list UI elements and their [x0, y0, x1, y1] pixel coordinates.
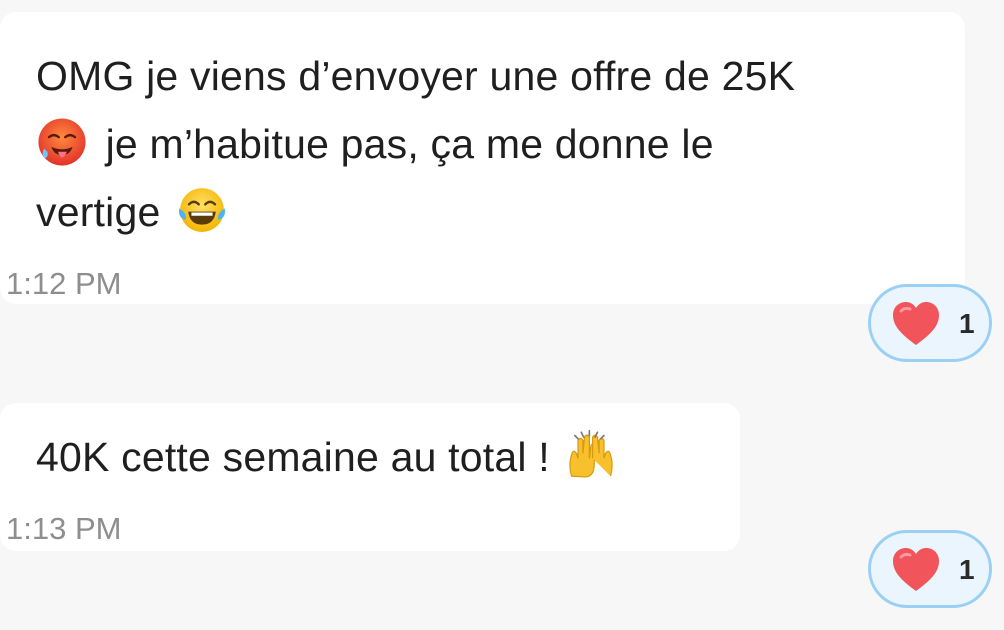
reaction-count: 1 [959, 308, 975, 339]
heart-icon [893, 548, 939, 591]
message-bubble[interactable]: 40K cette semaine au total ! 1:13 PM [0, 403, 740, 551]
message-line-text: OMG je viens d’envoyer une offre de 25K [36, 53, 796, 99]
message-bubble[interactable]: OMG je viens d’envoyer une offre de 25K [0, 12, 965, 304]
raising-hands-emoji [569, 429, 614, 478]
heart-reaction-button[interactable]: 1 [868, 284, 992, 362]
message-timestamp: 1:12 PM [6, 266, 122, 301]
message-timestamp: 1:13 PM [6, 511, 122, 546]
reaction-count: 1 [959, 554, 975, 585]
message-line: OMG je viens d’envoyer une offre de 25K [36, 42, 946, 110]
message-line-text: vertige [36, 189, 161, 235]
tears-of-joy-emoji [179, 188, 226, 232]
chat-thread: OMG je viens d’envoyer une offre de 25K [0, 0, 1004, 630]
message-line-text: je m’habitue pas, ça me donne le [105, 121, 714, 167]
message-text: 40K cette semaine au total ! [36, 423, 726, 491]
heart-reaction-button[interactable]: 1 [868, 530, 992, 608]
message-line: vertige [36, 178, 946, 246]
message-line: 40K cette semaine au total ! [36, 423, 726, 491]
heart-icon [893, 302, 939, 345]
message-text: OMG je viens d’envoyer une offre de 25K [36, 42, 946, 246]
message-line: je m’habitue pas, ça me donne le [36, 110, 946, 178]
message-line-text: 40K cette semaine au total ! [36, 434, 550, 480]
hot-face-emoji [38, 118, 86, 166]
